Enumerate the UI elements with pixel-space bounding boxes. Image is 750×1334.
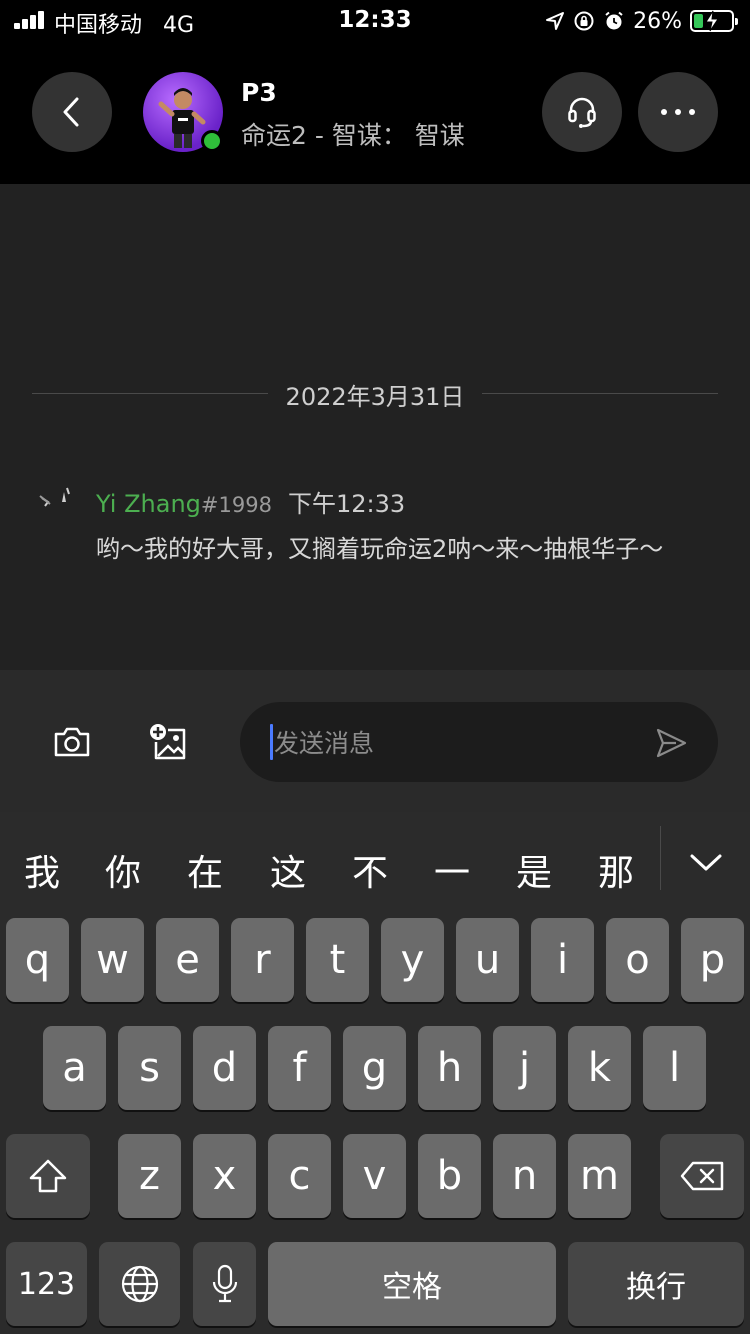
chat-area[interactable]: 2022年3月31日 Yi Zhang#1998 下午12:33 哟～我的好大哥，… — [0, 184, 750, 670]
key-c[interactable]: c — [268, 1134, 331, 1218]
key-x[interactable]: x — [193, 1134, 256, 1218]
candidate-word[interactable]: 这 — [270, 844, 306, 896]
camera-button[interactable] — [48, 718, 96, 766]
message-input[interactable]: 发送消息 — [240, 702, 718, 782]
key-f[interactable]: f — [268, 1026, 331, 1110]
shift-key[interactable] — [6, 1134, 90, 1218]
message-time: 下午12:33 — [287, 490, 406, 518]
candidate-bar: 我 你 在 这 不 一 是 那 — [0, 812, 750, 912]
chat-header: P3 命运2 - 智谋： 智谋 — [0, 44, 750, 184]
key-n[interactable]: n — [493, 1134, 556, 1218]
online-status-indicator — [201, 130, 223, 152]
key-q[interactable]: q — [6, 918, 69, 1002]
microphone-key[interactable] — [193, 1242, 256, 1326]
battery-charging-icon — [690, 10, 738, 32]
key-y[interactable]: y — [381, 918, 444, 1002]
date-label: 2022年3月31日 — [285, 383, 465, 411]
candidate-word[interactable]: 我 — [24, 844, 60, 896]
message-author-tag: #1998 — [200, 493, 272, 517]
contact-activity: 命运2 - 智谋： 智谋 — [241, 121, 465, 150]
message-author-avatar[interactable] — [36, 484, 76, 514]
battery-fill — [694, 14, 704, 28]
key-b[interactable]: b — [418, 1134, 481, 1218]
key-s[interactable]: s — [118, 1026, 181, 1110]
key-u[interactable]: u — [456, 918, 519, 1002]
backspace-icon — [680, 1161, 724, 1191]
key-m[interactable]: m — [568, 1134, 631, 1218]
key-i[interactable]: i — [531, 918, 594, 1002]
message-header: Yi Zhang#1998 下午12:33 — [96, 484, 405, 519]
keyboard: 我 你 在 这 不 一 是 那 q w e r t y u i o p a s … — [0, 812, 750, 1334]
candidate-word[interactable]: 在 — [187, 844, 223, 896]
status-bar: 中国移动 4G 12:33 26% — [0, 0, 750, 44]
candidate-word[interactable]: 是 — [516, 844, 552, 896]
message-author[interactable]: Yi Zhang — [96, 490, 201, 518]
key-d[interactable]: d — [193, 1026, 256, 1110]
date-separator: 2022年3月31日 — [32, 377, 718, 411]
globe-key[interactable] — [99, 1242, 180, 1326]
candidate-word[interactable]: 不 — [352, 844, 388, 896]
orientation-lock-icon — [574, 11, 594, 31]
divider — [660, 826, 661, 890]
key-z[interactable]: z — [118, 1134, 181, 1218]
key-l[interactable]: l — [643, 1026, 706, 1110]
candidate-word[interactable]: 一 — [434, 844, 470, 896]
more-options-button[interactable] — [638, 72, 718, 152]
key-r[interactable]: r — [231, 918, 294, 1002]
key-j[interactable]: j — [493, 1026, 556, 1110]
space-key[interactable]: 空格 — [268, 1242, 556, 1326]
key-a[interactable]: a — [43, 1026, 106, 1110]
battery-percent: 26% — [633, 8, 682, 34]
message-input-placeholder: 发送消息 — [274, 729, 375, 758]
key-o[interactable]: o — [606, 918, 669, 1002]
divider — [482, 393, 718, 394]
key-w[interactable]: w — [81, 918, 144, 1002]
key-v[interactable]: v — [343, 1134, 406, 1218]
candidate-word[interactable]: 你 — [105, 844, 141, 896]
status-right-group: 26% — [545, 6, 738, 36]
candidate-word[interactable]: 那 — [598, 844, 634, 896]
key-t[interactable]: t — [306, 918, 369, 1002]
camera-icon — [54, 727, 90, 757]
send-icon[interactable] — [654, 726, 688, 760]
key-k[interactable]: k — [568, 1026, 631, 1110]
location-icon — [546, 12, 565, 30]
alarm-icon — [605, 11, 623, 30]
key-p[interactable]: p — [681, 918, 744, 1002]
message-composer: 发送消息 — [0, 670, 750, 812]
microphone-icon — [212, 1264, 237, 1303]
message-text[interactable]: 哟～我的好大哥，又搁着玩命运2呐～来～抽根华子～ — [96, 529, 716, 569]
add-image-icon — [150, 724, 186, 760]
add-image-button[interactable] — [144, 718, 192, 766]
voice-chat-button[interactable] — [542, 72, 622, 152]
text-caret — [270, 724, 273, 760]
shift-icon — [29, 1159, 67, 1193]
globe-icon — [121, 1265, 158, 1303]
contact-name: P3 — [241, 78, 277, 107]
key-e[interactable]: e — [156, 918, 219, 1002]
headset-icon — [568, 97, 596, 128]
return-key[interactable]: 换行 — [568, 1242, 744, 1326]
chevron-down-icon[interactable] — [686, 842, 726, 882]
more-icon — [661, 109, 695, 115]
back-button[interactable] — [32, 72, 112, 152]
back-icon — [63, 97, 79, 127]
backspace-key[interactable] — [660, 1134, 744, 1218]
key-g[interactable]: g — [343, 1026, 406, 1110]
numbers-key[interactable]: 123 — [6, 1242, 87, 1326]
key-h[interactable]: h — [418, 1026, 481, 1110]
